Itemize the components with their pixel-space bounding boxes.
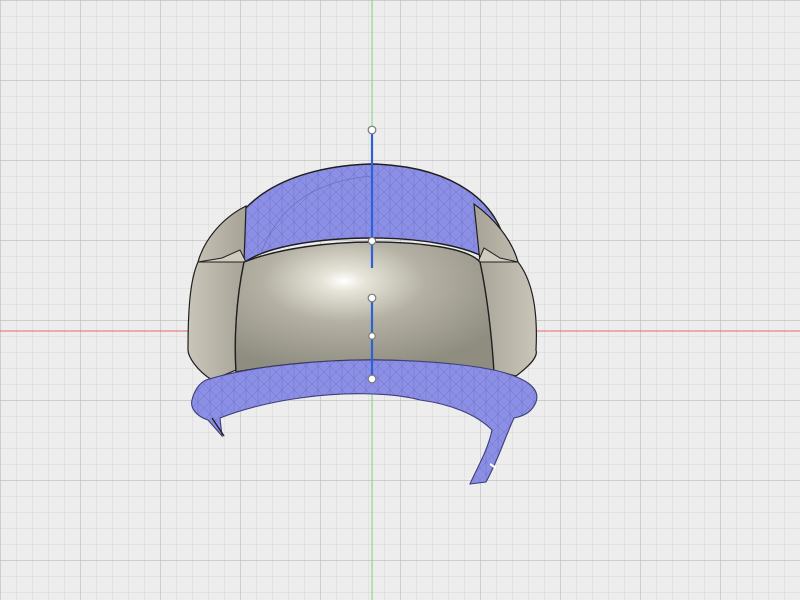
top-handle[interactable] xyxy=(367,125,377,135)
center-handle[interactable] xyxy=(367,293,377,303)
lower-handle[interactable] xyxy=(368,332,376,340)
3d-viewport[interactable] xyxy=(0,0,800,600)
bottom-handle[interactable] xyxy=(367,374,377,384)
upper-handle[interactable] xyxy=(367,236,377,246)
viewport-canvas[interactable] xyxy=(0,0,800,600)
visor[interactable] xyxy=(234,241,495,373)
